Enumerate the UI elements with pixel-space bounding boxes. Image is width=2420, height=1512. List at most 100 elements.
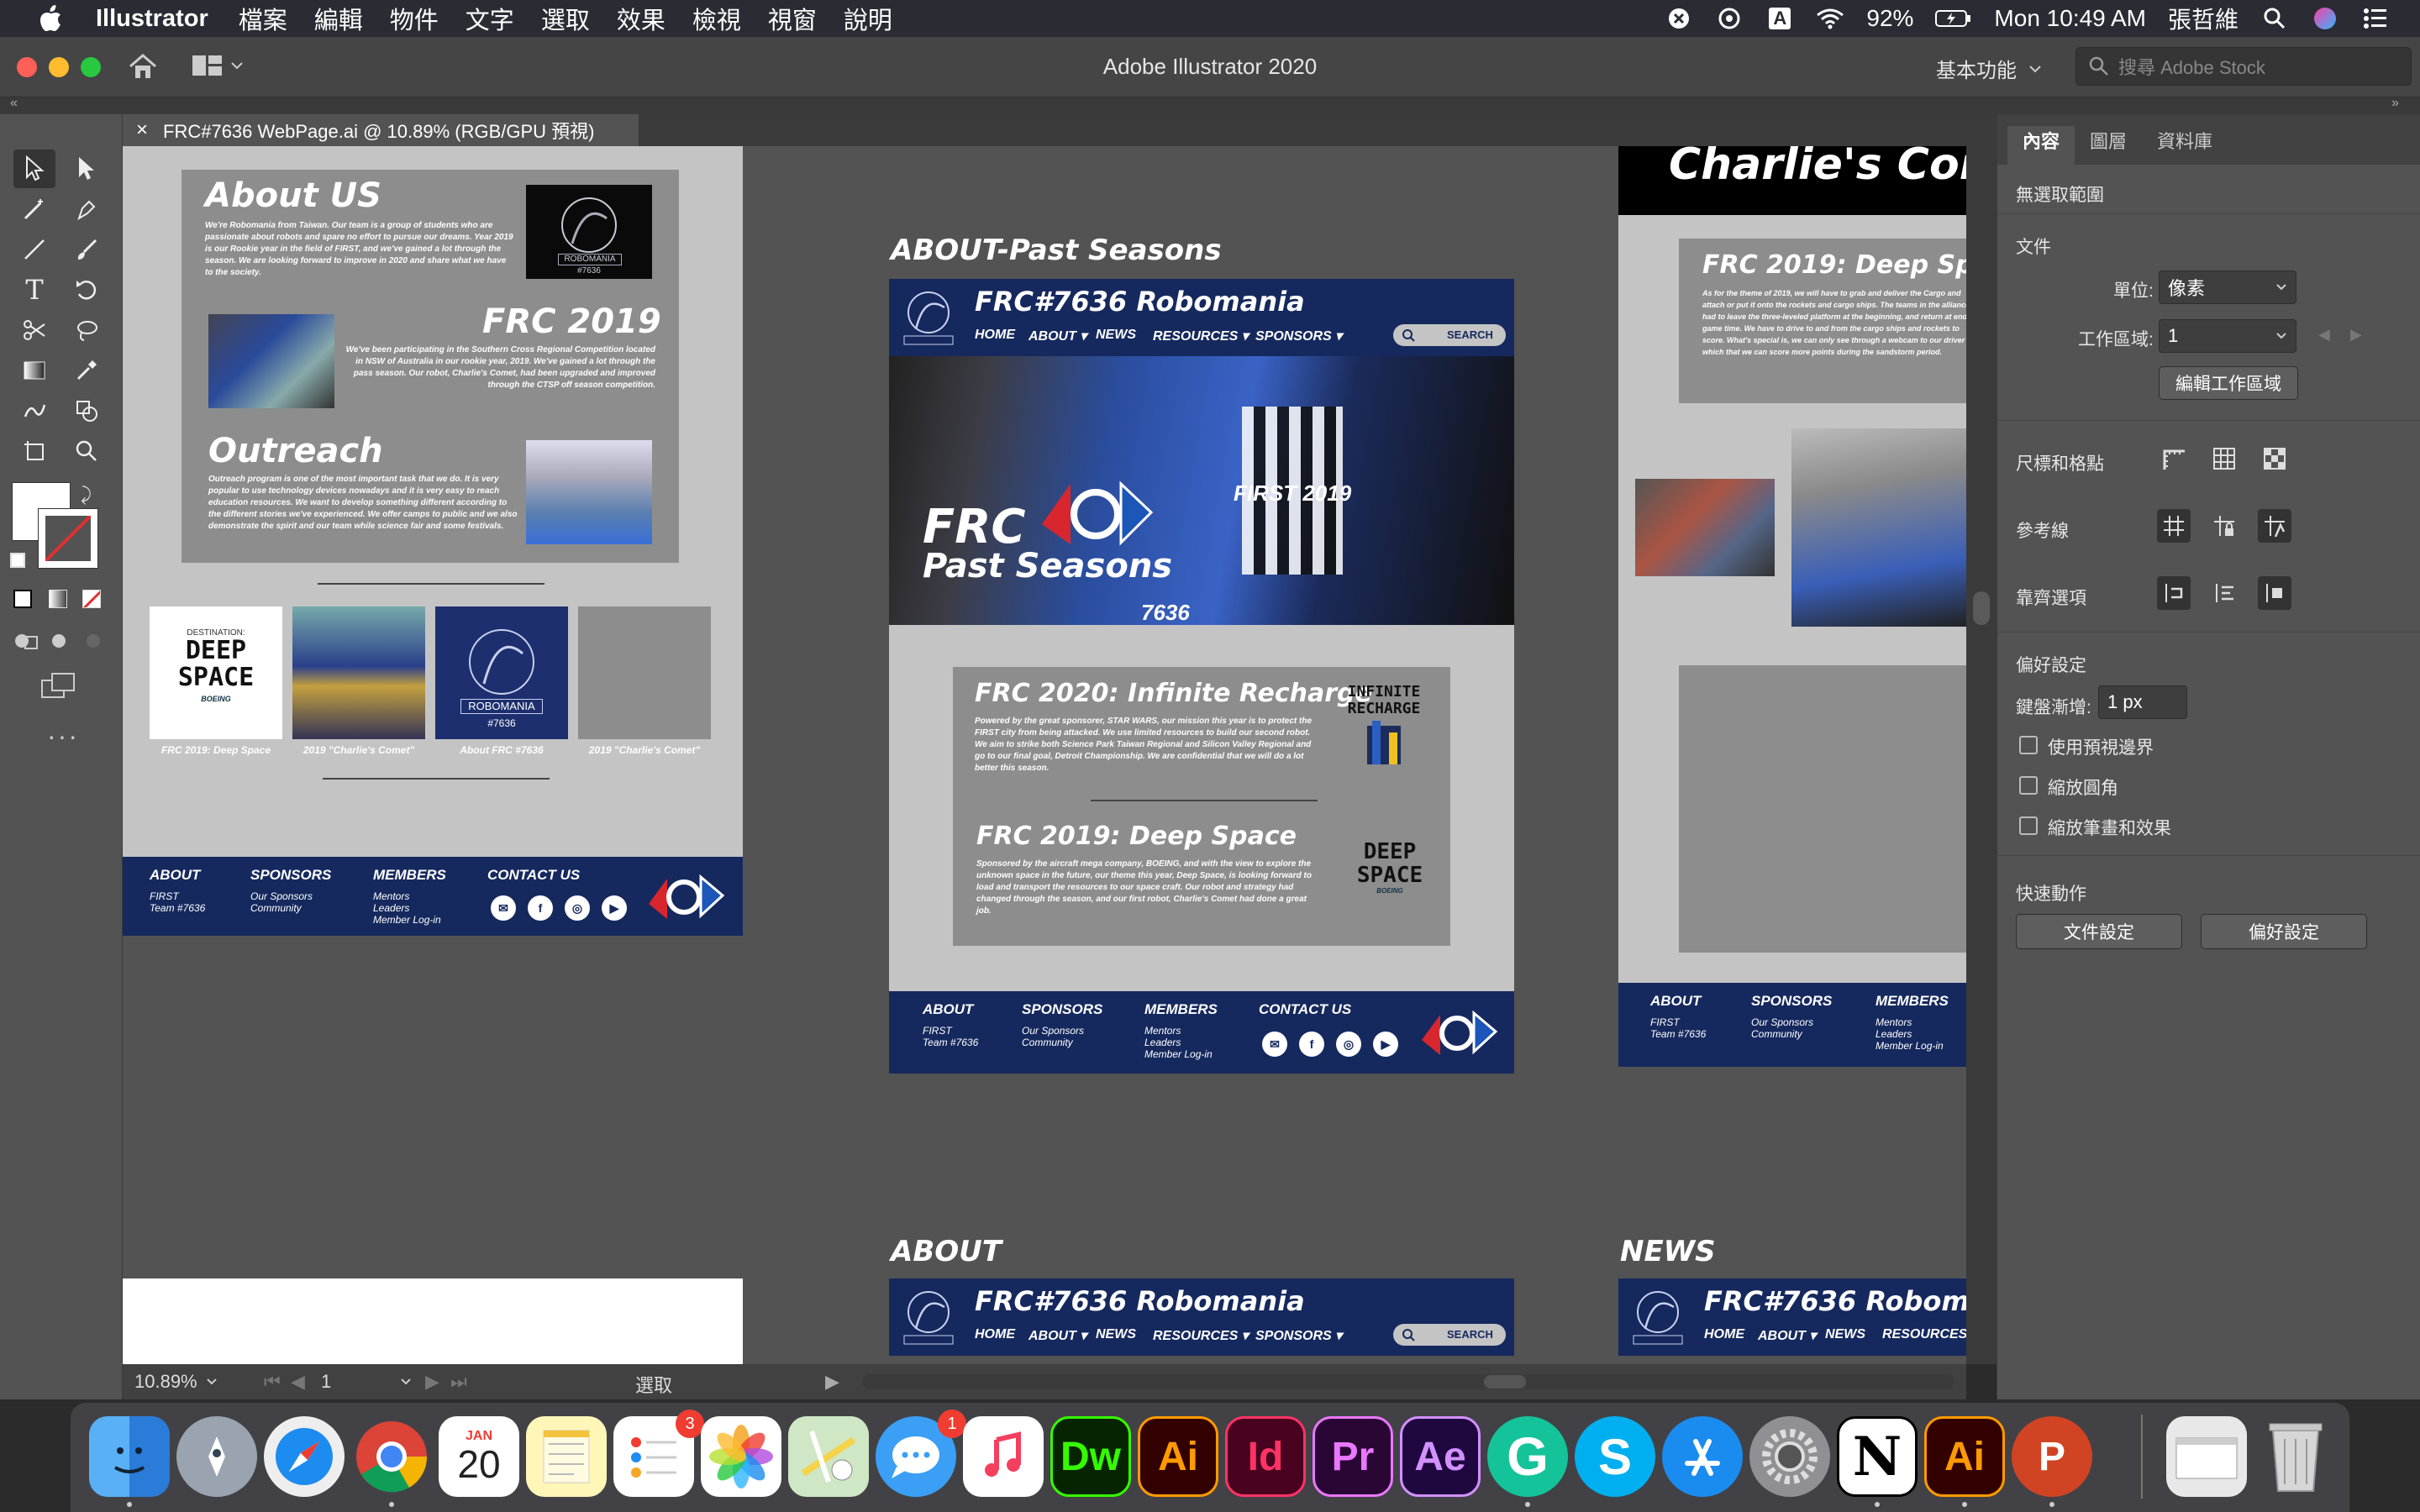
grid-icon[interactable] xyxy=(2207,442,2241,475)
header-logo-icon[interactable] xyxy=(899,284,958,351)
site-title[interactable]: FRC#7636 Robomania xyxy=(975,286,1305,318)
apple-menu-icon[interactable] xyxy=(34,2,67,35)
footer-link[interactable]: Community xyxy=(1022,1037,1102,1048)
shape-builder-tool[interactable] xyxy=(66,391,108,430)
music-icon[interactable] xyxy=(963,1416,1044,1497)
menu-effect[interactable]: 效果 xyxy=(617,1,666,36)
rotate-tool[interactable] xyxy=(66,270,108,309)
footer-link[interactable]: FIRST xyxy=(150,890,205,902)
footer-link[interactable]: Member Log-in xyxy=(1876,1040,1949,1052)
collapse-panels-icon[interactable]: » xyxy=(2391,96,2399,111)
nav-about[interactable]: ABOUT ▾ xyxy=(1758,1327,1816,1344)
illustrator-icon[interactable]: Ai xyxy=(1138,1416,1218,1497)
scroll-thumb[interactable] xyxy=(1484,1375,1526,1389)
grammarly-icon[interactable]: G xyxy=(1487,1416,1568,1497)
menu-edit[interactable]: 編輯 xyxy=(314,1,363,36)
gradient-mode-icon[interactable] xyxy=(49,590,67,608)
minimized-window-icon[interactable] xyxy=(2166,1416,2247,1497)
instagram-icon[interactable]: ◎ xyxy=(1336,1032,1361,1057)
canvas[interactable]: About US We're Robomania from Taiwan. Ou… xyxy=(123,146,1966,1364)
gradient-tool[interactable] xyxy=(13,351,55,390)
footer-sponsors-title[interactable]: SPONSORS xyxy=(250,867,331,884)
footer-link[interactable]: Team #7636 xyxy=(1650,1028,1706,1040)
footer-link[interactable]: Member Log-in xyxy=(373,914,446,926)
footer-link[interactable]: Mentors xyxy=(373,890,446,902)
none-mode-icon[interactable] xyxy=(82,590,101,608)
puppet-warp-tool[interactable] xyxy=(13,391,55,430)
type-tool[interactable]: T xyxy=(13,270,55,309)
eyedropper-tool[interactable] xyxy=(66,351,108,390)
next-artboard-icon[interactable]: ▶ xyxy=(425,1371,439,1393)
curvature-tool[interactable] xyxy=(66,190,108,228)
email-icon[interactable]: ✉ xyxy=(1262,1032,1287,1057)
after-effects-icon[interactable]: Ae xyxy=(1400,1416,1481,1497)
safari-icon[interactable] xyxy=(264,1416,345,1497)
spotlight-search-icon[interactable] xyxy=(2260,4,2289,33)
footer-about-title[interactable]: ABOUT xyxy=(1650,993,1706,1010)
default-fill-stroke-icon[interactable] xyxy=(10,553,25,568)
facebook-icon[interactable]: f xyxy=(528,895,553,921)
color-mode-icon[interactable] xyxy=(13,590,32,608)
notification-center-icon[interactable] xyxy=(2361,4,2390,33)
scale-strokes-checkbox[interactable] xyxy=(2019,816,2038,835)
trash-icon[interactable] xyxy=(2255,1416,2336,1497)
smart-guides-icon[interactable] xyxy=(2258,509,2291,543)
footer-contact-title[interactable]: CONTACT US xyxy=(487,867,580,884)
artboard-navigator[interactable]: 1 xyxy=(321,1369,412,1394)
input-source-icon[interactable]: A xyxy=(1765,4,1794,33)
dreamweaver-icon[interactable]: Dw xyxy=(1050,1416,1131,1497)
artboard-bottom-left[interactable] xyxy=(123,1278,743,1364)
draw-inside-icon[interactable] xyxy=(82,630,108,652)
footer-link[interactable]: Mentors xyxy=(1876,1016,1949,1028)
footer-link[interactable]: Team #7636 xyxy=(150,902,205,914)
direct-selection-tool[interactable] xyxy=(66,150,108,188)
wifi-icon[interactable] xyxy=(1816,4,1844,33)
footer-about-title[interactable]: ABOUT xyxy=(923,1001,978,1018)
chrome-icon[interactable] xyxy=(351,1416,432,1497)
nav-home[interactable]: HOME xyxy=(975,328,1015,343)
scroll-thumb[interactable] xyxy=(1973,591,1990,625)
vertical-scrollbar[interactable] xyxy=(1966,146,1996,1364)
units-dropdown[interactable]: 像素 xyxy=(2159,270,2296,304)
footer-link[interactable]: Community xyxy=(1751,1028,1832,1040)
menu-select[interactable]: 選取 xyxy=(541,1,590,36)
workspace-switcher[interactable]: 基本功能 xyxy=(1936,54,2042,83)
youtube-icon[interactable]: ▶ xyxy=(602,895,627,921)
snap-to-point-icon[interactable] xyxy=(2157,576,2191,610)
horizontal-scrollbar[interactable] xyxy=(862,1374,1954,1389)
powerpoint-icon[interactable]: P xyxy=(2012,1416,2092,1497)
zoom-level-dropdown[interactable]: 10.89% xyxy=(134,1369,235,1394)
skype-icon[interactable]: S xyxy=(1575,1416,1655,1497)
lock-guides-icon[interactable] xyxy=(2207,509,2241,543)
system-preferences-icon[interactable] xyxy=(1749,1416,1830,1497)
show-guides-icon[interactable] xyxy=(2157,509,2191,543)
draw-behind-icon[interactable] xyxy=(49,630,74,652)
nav-about[interactable]: ABOUT ▾ xyxy=(1028,328,1086,344)
bluetooth-close-icon[interactable] xyxy=(1665,4,1693,33)
swap-fill-stroke-icon[interactable]: ⤸ xyxy=(81,484,92,506)
footer-link[interactable]: Member Log-in xyxy=(1144,1048,1218,1060)
artboard-dropdown[interactable]: 1 xyxy=(2159,319,2296,353)
footer-link[interactable]: Community xyxy=(250,902,331,914)
footer-contact-title[interactable]: CONTACT US xyxy=(1259,1001,1351,1018)
footer-members-title[interactable]: MEMBERS xyxy=(1144,1001,1218,1018)
site-title[interactable]: FRC#7636 Robomania xyxy=(975,1285,1305,1317)
siri-icon[interactable] xyxy=(2311,4,2339,33)
menu-app-name[interactable]: Illustrator xyxy=(96,5,208,33)
footer-link[interactable]: FIRST xyxy=(1650,1016,1706,1028)
snap-to-pixel-icon[interactable] xyxy=(2207,576,2241,610)
first-artboard-icon[interactable]: ⏮ xyxy=(264,1371,281,1393)
youtube-icon[interactable]: ▶ xyxy=(1373,1032,1398,1057)
footer-sponsors-title[interactable]: SPONSORS xyxy=(1022,1001,1102,1018)
draw-normal-icon[interactable] xyxy=(13,630,39,652)
document-tab[interactable]: × FRC#7636 WebPage.ai @ 10.89% (RGB/GPU … xyxy=(123,114,639,146)
news-page-header[interactable]: FRC#7636 Robomar HOME ABOUT ▾ NEWS RESOU… xyxy=(1618,1278,1966,1356)
screen-mode-icon[interactable] xyxy=(40,672,77,705)
indesign-icon[interactable]: Id xyxy=(1225,1416,1306,1497)
notion-icon[interactable]: N xyxy=(1837,1416,1918,1497)
nav-sponsors[interactable]: SPONSORS ▾ xyxy=(1255,328,1342,344)
footer-link[interactable]: Leaders xyxy=(1144,1037,1218,1048)
artboard-left[interactable]: About US We're Robomania from Taiwan. Ou… xyxy=(123,146,743,936)
stock-search-field[interactable]: 搜尋 Adobe Stock xyxy=(2075,47,2412,86)
facebook-icon[interactable]: f xyxy=(1299,1032,1324,1057)
